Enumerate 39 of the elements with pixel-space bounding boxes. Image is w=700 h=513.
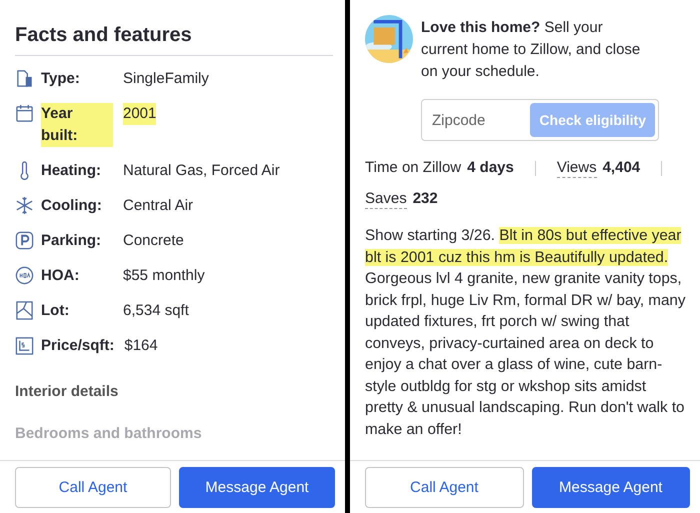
- fact-label: Lot:: [41, 301, 70, 321]
- promo-text: Love this home? Sell your current home to Zillow, and close on your schedule.: [421, 18, 642, 82]
- parking-icon: [15, 231, 34, 250]
- stat-label[interactable]: Views: [556, 158, 597, 178]
- fact-label: HOA:: [41, 266, 80, 286]
- house-illustration-icon: [365, 15, 413, 63]
- fact-label: Parking:: [41, 231, 102, 251]
- fact-value: $55 monthly: [123, 266, 205, 286]
- fact-label: Type:: [41, 69, 81, 89]
- fact-label: Heating:: [41, 161, 102, 181]
- stat-value: 4,404: [602, 158, 640, 178]
- lot-map-icon: [15, 301, 34, 320]
- fact-label: Cooling:: [41, 196, 103, 216]
- stat-label[interactable]: Saves: [365, 189, 407, 209]
- fact-label: Price/sqft:: [41, 336, 114, 356]
- call-agent-button[interactable]: Call Agent: [365, 467, 524, 508]
- fact-label: Year built:: [41, 103, 113, 147]
- subsection-heading: Bedrooms and bathrooms: [15, 425, 203, 442]
- price-tag-icon: [15, 336, 34, 355]
- hoa-icon: [15, 266, 34, 285]
- stat-value: 232: [412, 189, 438, 209]
- message-agent-button[interactable]: Message Agent: [532, 467, 690, 508]
- fact-value: $164: [124, 336, 158, 356]
- section-title: Facts and features: [15, 24, 193, 47]
- fact-value: Central Air: [123, 196, 194, 216]
- building-icon: [15, 69, 34, 88]
- snowflake-icon: [15, 196, 34, 215]
- calendar-icon: [15, 104, 34, 123]
- fact-value: SingleFamily: [123, 69, 209, 89]
- section-heading: Interior details: [15, 383, 120, 400]
- fact-value: 6,534 sqft: [123, 301, 189, 321]
- listing-description: Show starting 3/26. Blt in 80s but effective year blt is 2001 cuz this hm is Beautifully updated. Gorgeous lvl 4 granite, new granite vanity tops, brick frpl, huge Liv Rm, formal DR w/ bay, many updated fixtures, frt porch w/ swing that conveys, privacy-curtained area on deck to enjoy a chat over a glass of wine, cute barn-style outbldg for stg or wkshop sits amidst pretty & unusual landscaping. Run don't walk to make an offer!: [365, 226, 686, 440]
- fact-value: Concrete: [123, 231, 184, 251]
- fact-value: Natural Gas, Forced Air: [123, 161, 280, 181]
- fact-value: 2001: [123, 103, 156, 125]
- call-agent-button[interactable]: Call Agent: [15, 467, 171, 508]
- message-agent-button[interactable]: Message Agent: [179, 467, 335, 508]
- stat-value: 4 days: [467, 158, 514, 178]
- stat-label: Time on Zillow: [365, 158, 462, 178]
